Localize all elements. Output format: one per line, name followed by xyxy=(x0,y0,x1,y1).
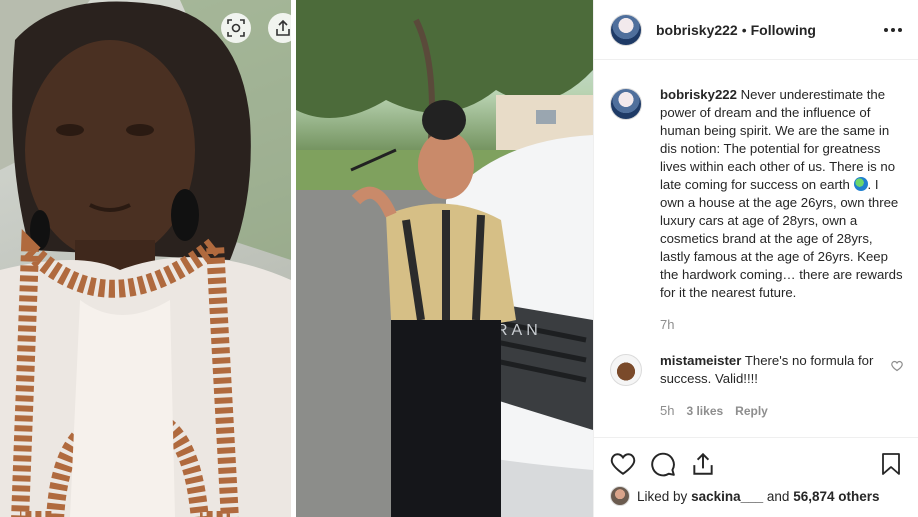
likes-summary: Liked by sackina___ and 56,874 others xyxy=(610,486,903,506)
more-dots-icon[interactable] xyxy=(884,27,902,32)
liker-avatar[interactable] xyxy=(610,486,630,506)
left-photo xyxy=(0,0,291,517)
heart-icon[interactable] xyxy=(610,451,636,477)
lens-scan-button[interactable] xyxy=(221,13,251,43)
liker-username[interactable]: sackina___ xyxy=(691,489,763,504)
caption: bobrisky222 Never underestimate the powe… xyxy=(610,86,903,334)
likes-others[interactable]: 56,874 others xyxy=(793,489,879,504)
likes-prefix: Liked by xyxy=(637,488,688,504)
author-username[interactable]: bobrisky222 xyxy=(656,22,738,38)
following-button[interactable]: Following xyxy=(751,22,816,38)
post-media[interactable]: RAN xyxy=(0,0,593,517)
post-header: bobrisky222 • Following xyxy=(594,0,918,60)
comments-section[interactable]: bobrisky222 Never underestimate the powe… xyxy=(594,61,918,437)
author-avatar[interactable] xyxy=(610,13,642,46)
earth-globe-icon xyxy=(853,177,868,191)
caption-text: bobrisky222 Never underestimate the powe… xyxy=(660,86,903,302)
small-heart-icon[interactable] xyxy=(891,360,903,372)
caption-time[interactable]: 7h xyxy=(660,316,674,334)
comment-likes[interactable]: 3 likes xyxy=(686,402,723,420)
svg-text:RAN: RAN xyxy=(496,322,542,339)
comment-item: mistameister There's no formula for succ… xyxy=(610,352,903,420)
comment-text: mistameister There's no formula for succ… xyxy=(660,352,885,388)
likes-connector: and xyxy=(766,488,790,504)
bookmark-icon[interactable] xyxy=(879,451,903,477)
comment-time[interactable]: 5h xyxy=(660,402,674,420)
share-upload-button[interactable] xyxy=(268,13,291,43)
comment-username[interactable]: mistameister xyxy=(660,353,741,368)
reply-button[interactable]: Reply xyxy=(735,402,768,420)
share-upload-icon xyxy=(276,19,290,36)
actions-bar: Liked by sackina___ and 56,874 others xyxy=(594,437,918,506)
caption-text-part2: . I own a house at the age 26yrs, own th… xyxy=(660,177,903,300)
lens-scan-icon xyxy=(227,19,245,37)
comment-icon[interactable] xyxy=(650,451,676,477)
commenter-avatar[interactable] xyxy=(610,354,642,386)
caption-avatar[interactable] xyxy=(610,88,642,120)
header-separator: • xyxy=(741,21,747,38)
caption-username[interactable]: bobrisky222 xyxy=(660,87,737,102)
right-photo: RAN xyxy=(296,0,593,517)
share-icon[interactable] xyxy=(690,451,716,477)
post-sidebar: bobrisky222 • Following bobrisky222 Neve… xyxy=(593,0,918,517)
